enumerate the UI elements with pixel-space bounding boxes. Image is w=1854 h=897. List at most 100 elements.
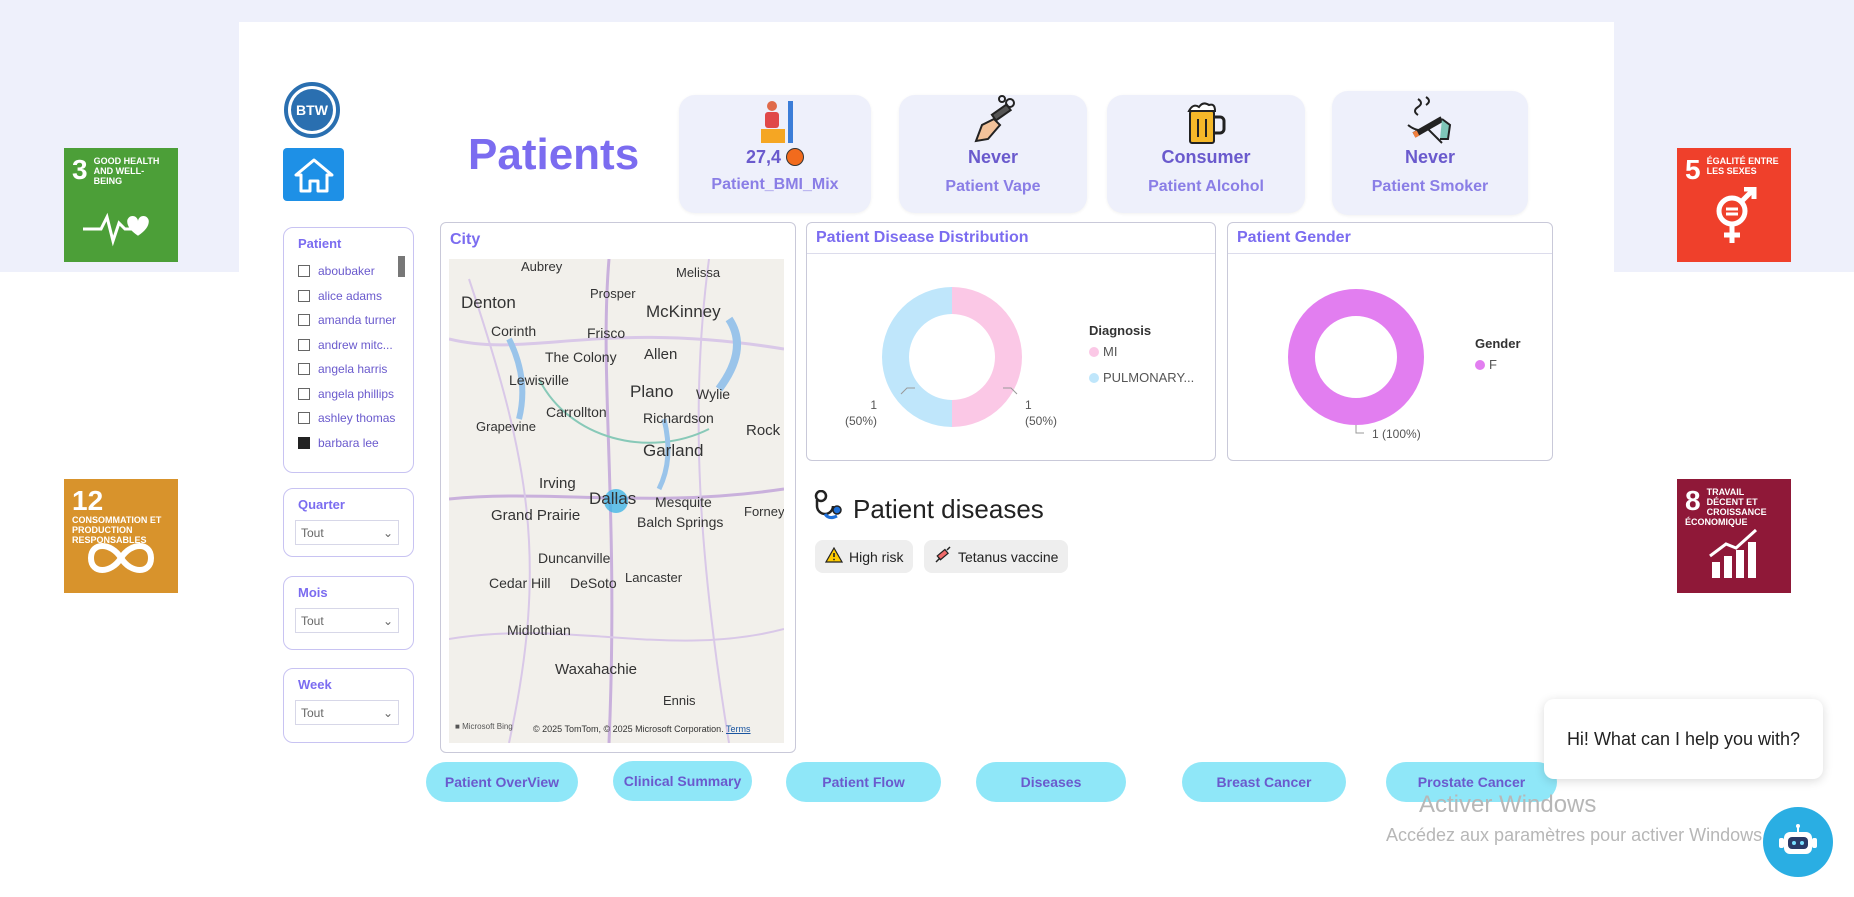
map-label: Waxahachie [555, 661, 637, 678]
map-label: Midlothian [507, 622, 571, 638]
checkbox[interactable] [298, 387, 310, 400]
legend-item[interactable]: PULMONARY... [1089, 370, 1194, 385]
map-label: Plano [630, 382, 674, 401]
slicer-option[interactable]: ashley thomas [298, 406, 399, 431]
nav-clinical-summary-button[interactable]: Clinical Summary [613, 761, 752, 801]
mois-dropdown[interactable]: Tout ⌄ [295, 608, 399, 633]
slice-label-f: 1 (100%) [1372, 427, 1421, 441]
attribution-text: © 2025 TomTom, © 2025 Microsoft Corporat… [533, 724, 722, 734]
disease-chip-high-risk[interactable]: High risk [815, 540, 914, 573]
disease-legend: Diagnosis MI PULMONARY... [1089, 323, 1194, 385]
slicer-option-selected[interactable]: barbara lee [298, 431, 399, 456]
checkbox[interactable] [298, 412, 310, 425]
checkbox[interactable] [298, 338, 310, 351]
option-label: ashley thomas [318, 411, 396, 426]
map-label: Richardson [643, 410, 714, 426]
slicer-option[interactable]: aboubaker [298, 259, 399, 284]
legend-label: PULMONARY... [1103, 370, 1195, 385]
map-label: Lewisville [509, 372, 569, 388]
map-label: Mesquite [655, 494, 712, 510]
map-label: DeSoto [570, 575, 617, 591]
cigarette-icon [1332, 93, 1528, 145]
donut-slice-f[interactable] [1288, 289, 1424, 425]
legend-item[interactable]: MI [1089, 344, 1194, 359]
chevron-down-icon: ⌄ [382, 705, 393, 720]
home-button[interactable] [283, 148, 344, 201]
home-icon [294, 158, 333, 192]
kpi-value: Consumer [1161, 147, 1251, 167]
slicer-title: Mois [298, 585, 328, 600]
patient-diseases-header: Patient diseases [813, 489, 1044, 529]
kpi-card-alcohol: Consumer Patient Alcohol [1107, 95, 1305, 213]
kpi-label: Patient Vape [945, 178, 1041, 195]
kpi-value: Never [967, 147, 1019, 167]
panel-title: City [450, 231, 481, 248]
nav-diseases-button[interactable]: Diseases [976, 762, 1126, 802]
map-label: Rock [746, 422, 781, 439]
chat-greeting-bubble[interactable]: Hi! What can I help you with? [1544, 699, 1823, 779]
sdg-number: 12 [72, 485, 104, 516]
slice-value: 1 [1025, 398, 1032, 412]
slicer-option[interactable]: angela phillips [298, 382, 399, 407]
dropdown-value: Tout [301, 525, 324, 540]
checkbox-checked[interactable] [298, 436, 310, 449]
map-label: Dallas [589, 489, 637, 508]
sdg-tile-8: 8 TRAVAIL DÉCENT ET CROISSANCE ÉCONOMIQU… [1677, 479, 1791, 593]
infinity-icon [64, 538, 178, 583]
nav-patient-overview-button[interactable]: Patient OverView [426, 762, 578, 802]
quarter-dropdown[interactable]: Tout ⌄ [295, 520, 399, 545]
kpi-label: Patient_BMI_Mix [711, 176, 839, 193]
syringe-icon [934, 546, 952, 567]
checkbox[interactable] [298, 265, 310, 278]
week-dropdown[interactable]: Tout ⌄ [295, 700, 399, 725]
panel-title: Patient Disease Distribution [807, 223, 1215, 254]
gender-equality-icon [1677, 186, 1791, 252]
chip-label: Tetanus vaccine [958, 548, 1059, 565]
gender-legend: Gender F [1475, 336, 1521, 372]
legend-label: MI [1103, 344, 1118, 359]
option-label: amanda turner [318, 313, 397, 328]
sdg-tile-5: 5 ÉGALITÉ ENTRE LES SEXES [1677, 148, 1791, 262]
option-label: barbara lee [318, 435, 379, 450]
map-label: Irving [539, 475, 576, 492]
map-label: Corinth [491, 323, 537, 339]
terms-link[interactable]: Terms [726, 724, 751, 734]
slice-label-mi: 1 (50%) [1025, 397, 1057, 429]
map-label: Frisco [587, 325, 626, 341]
kpi-card-bmi: 27,4 Patient_BMI_Mix [679, 95, 871, 213]
chatbot-button[interactable] [1763, 807, 1833, 877]
map-label: Ennis [663, 693, 696, 708]
map-label: Carrollton [546, 404, 607, 420]
checkbox[interactable] [298, 314, 310, 327]
legend-item[interactable]: F [1475, 357, 1521, 372]
slicer-scrollbar[interactable] [398, 256, 405, 277]
map-label: Wylie [696, 386, 731, 402]
disease-distribution-panel: Patient Disease Distribution 1 (50%) 1 (50… [806, 222, 1216, 461]
donut-slice-mi[interactable] [952, 287, 1022, 427]
checkbox[interactable] [298, 289, 310, 302]
slicer-option[interactable]: alice adams [298, 284, 399, 309]
gender-panel: Patient Gender 1 (100%) Gender F [1227, 222, 1553, 461]
map-label: The Colony [545, 349, 617, 365]
vape-icon [899, 95, 1087, 145]
heartbeat-icon [64, 207, 178, 252]
slicer-option[interactable]: amanda turner [298, 308, 399, 333]
legend-title: Gender [1475, 336, 1521, 351]
donut-slice-pulmonary[interactable] [882, 287, 952, 427]
dropdown-value: Tout [301, 705, 324, 720]
map-label: Lancaster [625, 570, 683, 585]
checkbox[interactable] [298, 363, 310, 376]
map-attribution: © 2025 TomTom, © 2025 Microsoft Corporat… [533, 724, 751, 734]
slicer-option[interactable]: andrew mitc... [298, 333, 399, 358]
nav-patient-flow-button[interactable]: Patient Flow [786, 762, 941, 802]
map-label: Aubrey [521, 259, 563, 274]
city-map-panel: City Aubrey Melissa Prosper Denton McKin… [440, 222, 796, 753]
legend-title: Diagnosis [1089, 323, 1152, 338]
option-label: alice adams [318, 288, 383, 303]
city-map[interactable]: Aubrey Melissa Prosper Denton McKinney C… [449, 259, 784, 743]
nav-breast-cancer-button[interactable]: Breast Cancer [1182, 762, 1346, 802]
option-label: aboubaker [318, 264, 375, 279]
slicer-option[interactable]: angela harris [298, 357, 399, 382]
map-label: Denton [461, 293, 516, 312]
disease-chip-tetanus-vaccine[interactable]: Tetanus vaccine [924, 540, 1069, 573]
